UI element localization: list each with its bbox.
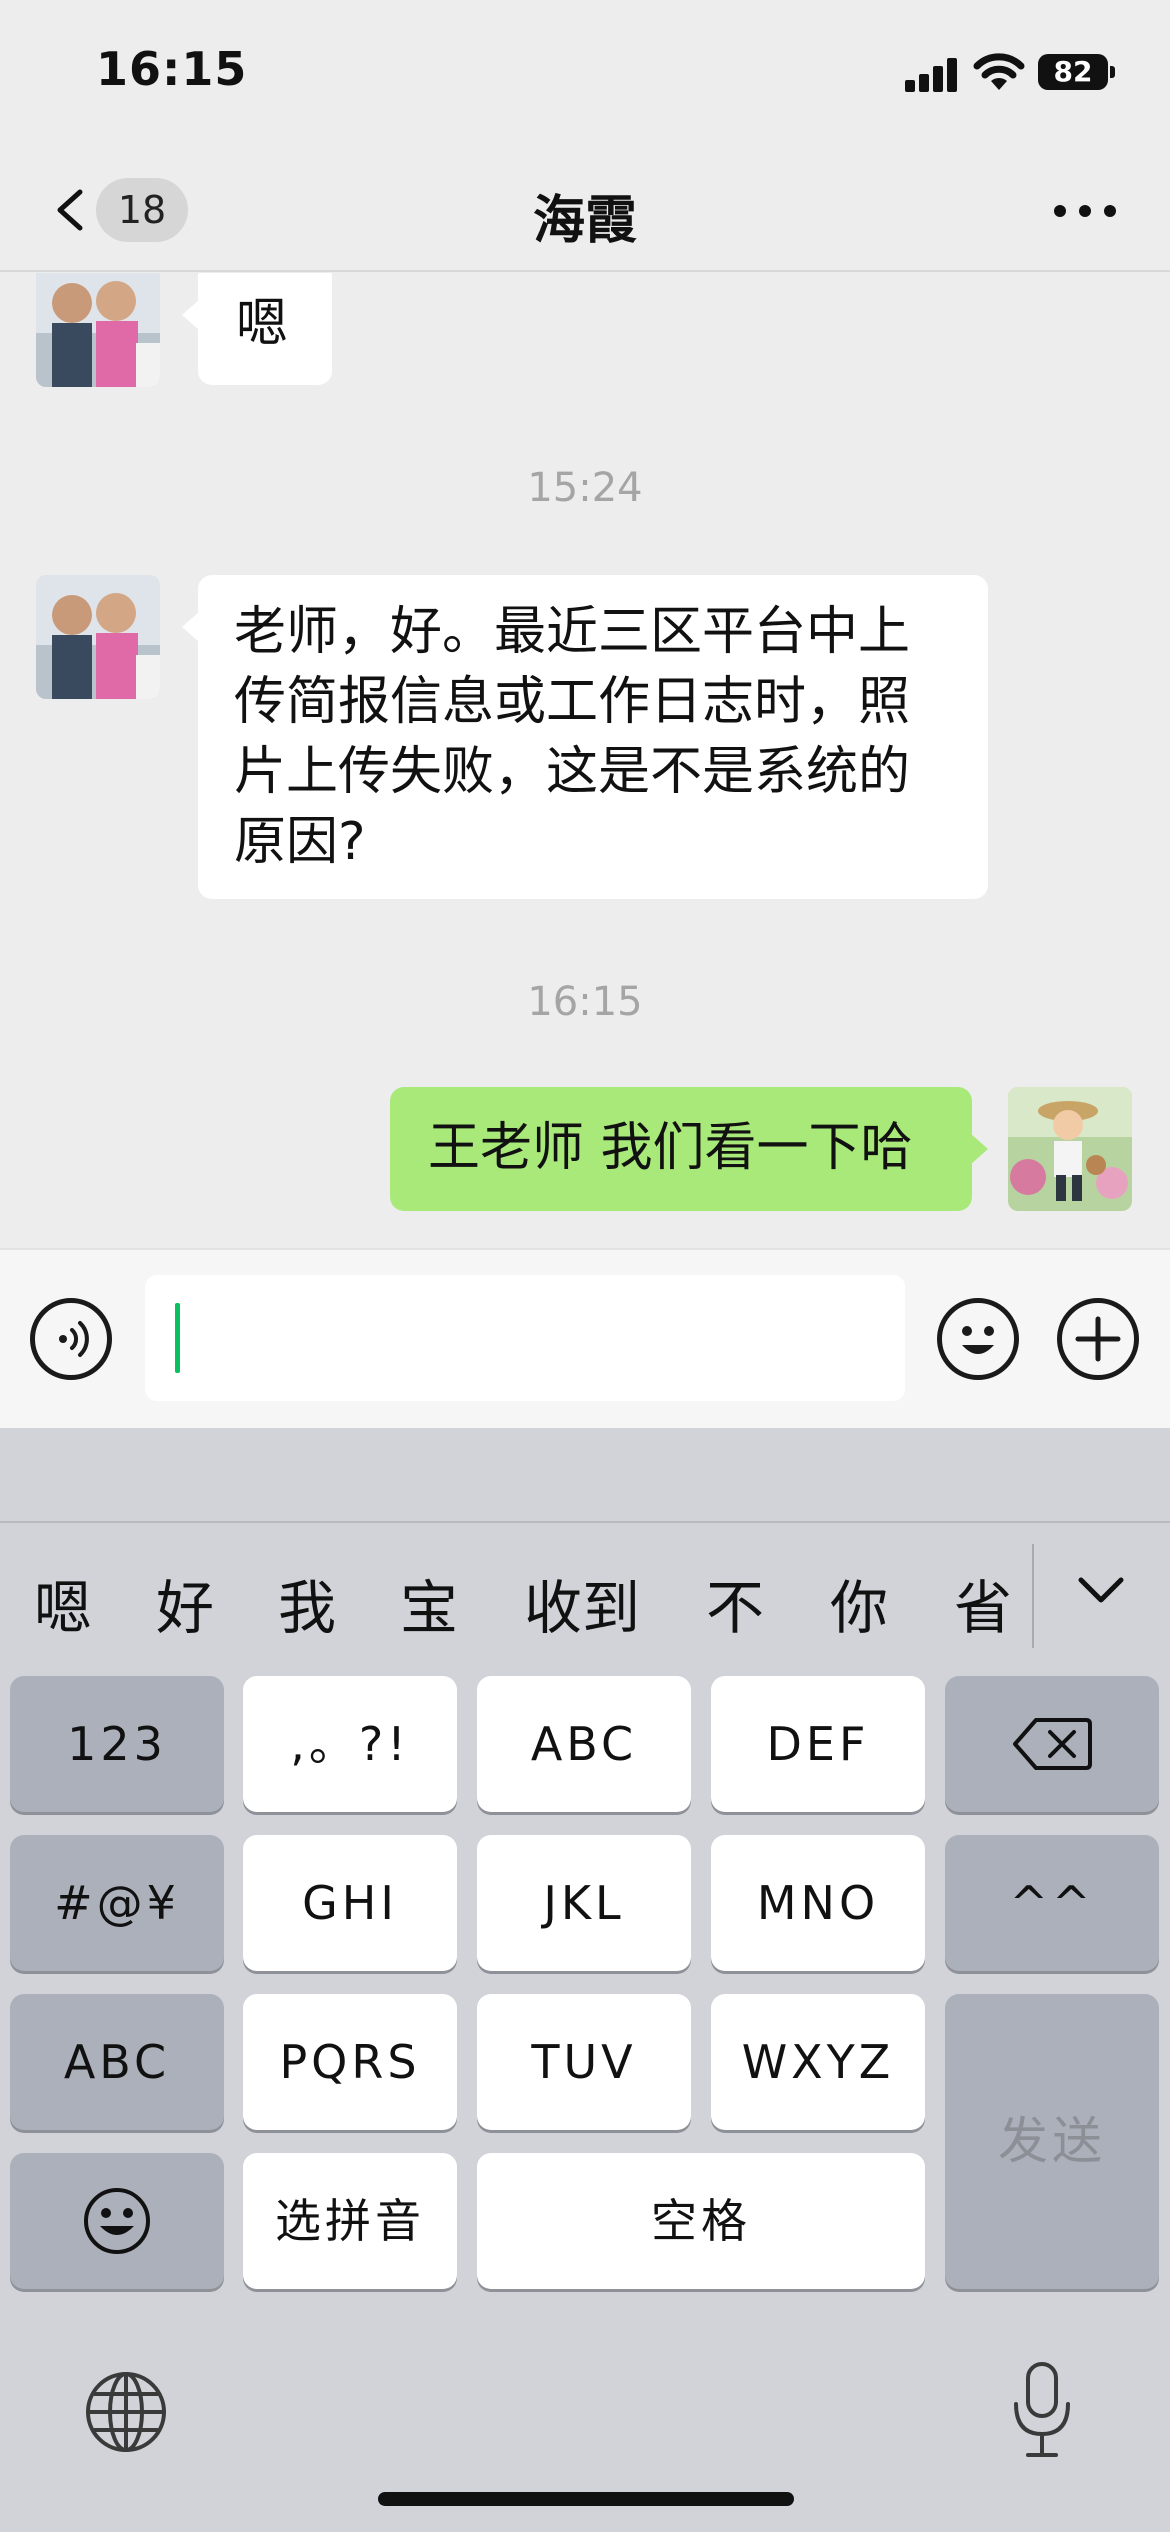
candidate-word[interactable]: 我 [278, 1561, 336, 1645]
contact-avatar[interactable] [36, 575, 160, 699]
contact-avatar[interactable] [36, 273, 160, 387]
key-jkl[interactable]: JKL [477, 1835, 691, 1971]
chevron-down-icon[interactable] [1075, 1570, 1127, 1610]
text-caret [175, 1303, 180, 1373]
candidate-bar: 嗯 好 我 宝 收到 不 你 省 [0, 1523, 1170, 1673]
cellular-signal-icon [905, 58, 959, 92]
candidate-word[interactable]: 你 [830, 1561, 888, 1645]
smiley-icon [84, 2188, 150, 2254]
microphone-icon[interactable] [1010, 2360, 1074, 2460]
candidate-word[interactable]: 宝 [400, 1561, 458, 1645]
key-ghi[interactable]: GHI [243, 1835, 457, 1971]
message-line: 原因? [234, 812, 366, 872]
message-timestamp: 16:15 [527, 979, 643, 1025]
message-line: 老师，好。最近三区平台中上 [234, 602, 911, 662]
backspace-icon [1013, 1718, 1092, 1770]
chat-header: 18 海霞 [0, 150, 1170, 272]
message-bubble-received[interactable]: 嗯 [182, 273, 332, 385]
key-def[interactable]: DEF [711, 1676, 925, 1812]
emoji-button[interactable] [937, 1298, 1019, 1380]
key-pqrs[interactable]: PQRS [243, 1994, 457, 2130]
input-bar [0, 1248, 1170, 1428]
candidate-word[interactable]: 好 [156, 1561, 214, 1645]
backspace-key[interactable] [945, 1676, 1159, 1812]
keyboard: 嗯 好 我 宝 收到 不 你 省 [0, 1428, 1170, 2532]
chevron-left-icon [57, 189, 83, 231]
space-key[interactable]: 空格 [477, 2153, 925, 2289]
key-wxyz[interactable]: WXYZ [711, 1994, 925, 2130]
key-123[interactable]: 123 [10, 1676, 224, 1812]
key-abc-switch[interactable]: ABC [10, 1994, 224, 2130]
voice-icon [59, 1321, 89, 1357]
key-tuv[interactable]: TUV [477, 1994, 691, 2130]
message-bubble-received[interactable]: 老师，好。最近三区平台中上 传简报信息或工作日志时，照 片上传失败，这是不是系统… [182, 575, 988, 899]
plus-icon [1075, 1316, 1121, 1362]
key-emoticon[interactable]: ^^ [945, 1835, 1159, 1971]
message-text: 王老师 我们看一下哈 [428, 1118, 913, 1178]
message-line: 传简报信息或工作日志时，照 [234, 672, 911, 732]
send-key[interactable]: 发送 [945, 1994, 1159, 2289]
more-functions-button[interactable] [1057, 1298, 1139, 1380]
smiley-icon [962, 1326, 994, 1354]
keyboard-toolbar [0, 1428, 1170, 1523]
key-select-pinyin[interactable]: 选拼音 [243, 2153, 457, 2289]
emoji-key[interactable] [10, 2153, 224, 2289]
message-input[interactable] [145, 1275, 905, 1401]
chat-title: 海霞 [532, 191, 637, 251]
candidate-word[interactable]: 不 [706, 1561, 764, 1645]
wifi-icon [973, 53, 1025, 90]
message-text: 嗯 [236, 294, 289, 354]
candidate-word[interactable]: 收到 [524, 1561, 640, 1645]
key-abc[interactable]: ABC [477, 1676, 691, 1812]
unread-count-badge: 18 [96, 178, 188, 242]
more-options-icon[interactable] [1050, 195, 1120, 225]
status-bar: 16:15 82 [0, 0, 1170, 150]
message-list[interactable]: 嗯 15:24 老师，好。最近三区平台中上 传简报信息或工作日志时，照 片上传失… [0, 273, 1170, 1248]
key-symbols[interactable]: #@¥ [10, 1835, 224, 1971]
candidate-word[interactable]: 嗯 [34, 1561, 92, 1645]
back-button[interactable]: 18 [40, 172, 190, 248]
candidate-divider [1032, 1544, 1034, 1648]
status-time: 16:15 [96, 42, 248, 96]
voice-input-button[interactable] [30, 1298, 112, 1380]
message-timestamp: 15:24 [527, 465, 643, 511]
key-punctuation[interactable]: ,。?! [243, 1676, 457, 1812]
globe-icon[interactable] [84, 2370, 168, 2454]
battery-icon: 82 [1038, 54, 1115, 90]
candidate-word[interactable]: 省 [954, 1561, 1012, 1645]
key-mno[interactable]: MNO [711, 1835, 925, 1971]
my-avatar[interactable] [1008, 1087, 1132, 1211]
message-line: 片上传失败，这是不是系统的 [234, 742, 911, 802]
home-indicator[interactable] [378, 2492, 794, 2506]
message-bubble-sent[interactable]: 王老师 我们看一下哈 [390, 1087, 988, 1211]
